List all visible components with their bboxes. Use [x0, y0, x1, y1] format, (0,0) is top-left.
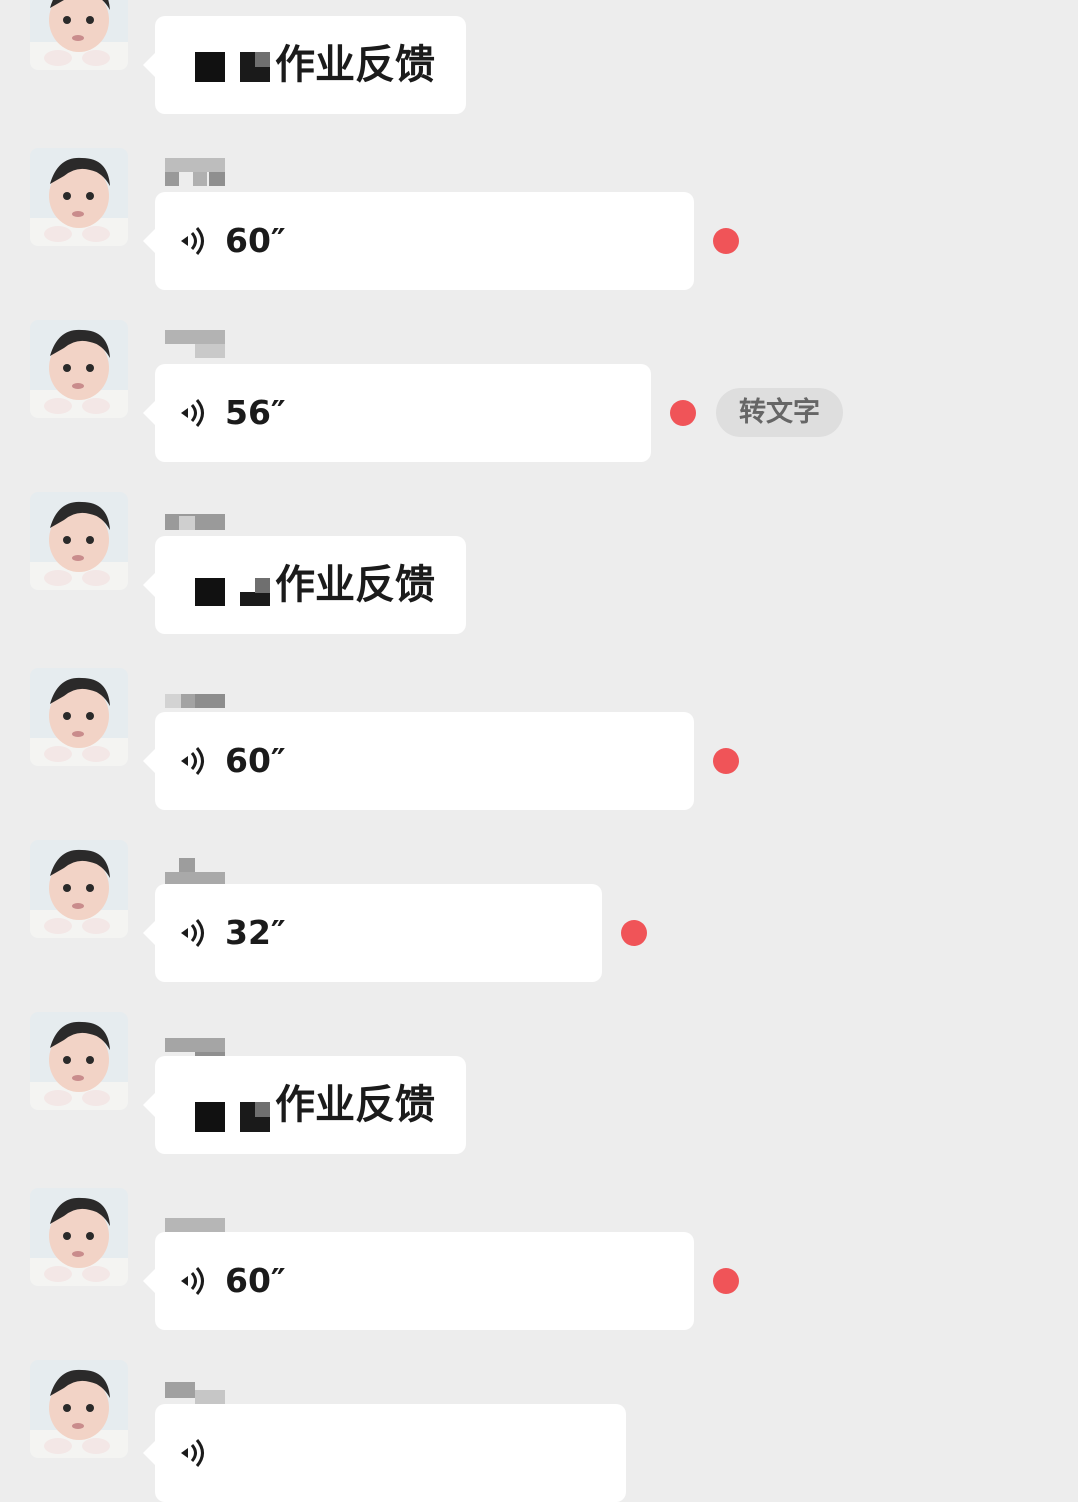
voice-message-bubble[interactable]	[143, 1404, 626, 1502]
voice-duration: 60″	[225, 1261, 286, 1300]
voice-duration: 56″	[225, 393, 286, 432]
avatar[interactable]	[30, 840, 128, 938]
voice-duration: 60″	[225, 221, 286, 260]
unread-dot	[713, 228, 739, 254]
message-text: 作业反馈	[275, 562, 435, 608]
voice-wave-icon	[179, 1266, 204, 1296]
unread-dot	[670, 400, 696, 426]
nickname-redacted	[165, 330, 225, 358]
redacted-text	[195, 578, 225, 606]
message-text: 作业反馈	[275, 42, 435, 88]
voice-duration: 32″	[225, 913, 286, 952]
avatar[interactable]	[30, 492, 128, 590]
avatar[interactable]	[30, 320, 128, 418]
avatar[interactable]	[30, 668, 128, 766]
voice-wave-icon	[179, 918, 204, 948]
unread-dot	[621, 920, 647, 946]
voice-message-bubble[interactable]: 60″	[143, 1232, 694, 1330]
nickname-redacted	[165, 502, 225, 530]
nickname-redacted	[165, 678, 225, 708]
avatar[interactable]	[30, 1360, 128, 1458]
voice-wave-icon	[179, 746, 204, 776]
redacted-text	[195, 1102, 225, 1132]
voice-wave-icon	[179, 226, 204, 256]
voice-message-bubble[interactable]: 60″	[143, 192, 694, 290]
redacted-text	[240, 592, 270, 606]
voice-message-bubble[interactable]: 32″	[143, 884, 602, 982]
voice-message-bubble[interactable]: 56″	[143, 364, 651, 462]
text-message-bubble[interactable]: 作业反馈	[143, 536, 466, 634]
nickname-redacted	[165, 1370, 225, 1404]
avatar[interactable]	[30, 1188, 128, 1286]
avatar[interactable]	[30, 148, 128, 246]
voice-wave-icon	[179, 1438, 204, 1468]
nickname-redacted	[165, 158, 225, 186]
nickname-redacted	[165, 0, 225, 10]
voice-wave-icon	[179, 398, 204, 428]
nickname-redacted	[165, 1198, 225, 1232]
message-text: 作业反馈	[275, 1082, 435, 1128]
text-message-bubble[interactable]: 作业反馈	[143, 16, 466, 114]
unread-dot	[713, 748, 739, 774]
voice-message-bubble[interactable]: 60″	[143, 712, 694, 810]
redacted-text	[195, 52, 225, 82]
redacted-text	[255, 578, 270, 593]
avatar[interactable]	[30, 1012, 128, 1110]
redacted-text	[255, 52, 270, 67]
voice-duration: 60″	[225, 741, 286, 780]
redacted-text	[255, 1102, 270, 1117]
unread-dot	[713, 1268, 739, 1294]
nickname-redacted	[165, 850, 225, 886]
convert-to-text-button[interactable]: 转文字	[716, 388, 843, 437]
text-message-bubble[interactable]: 作业反馈	[143, 1056, 466, 1154]
avatar[interactable]	[30, 0, 128, 70]
nickname-redacted	[165, 1022, 225, 1066]
